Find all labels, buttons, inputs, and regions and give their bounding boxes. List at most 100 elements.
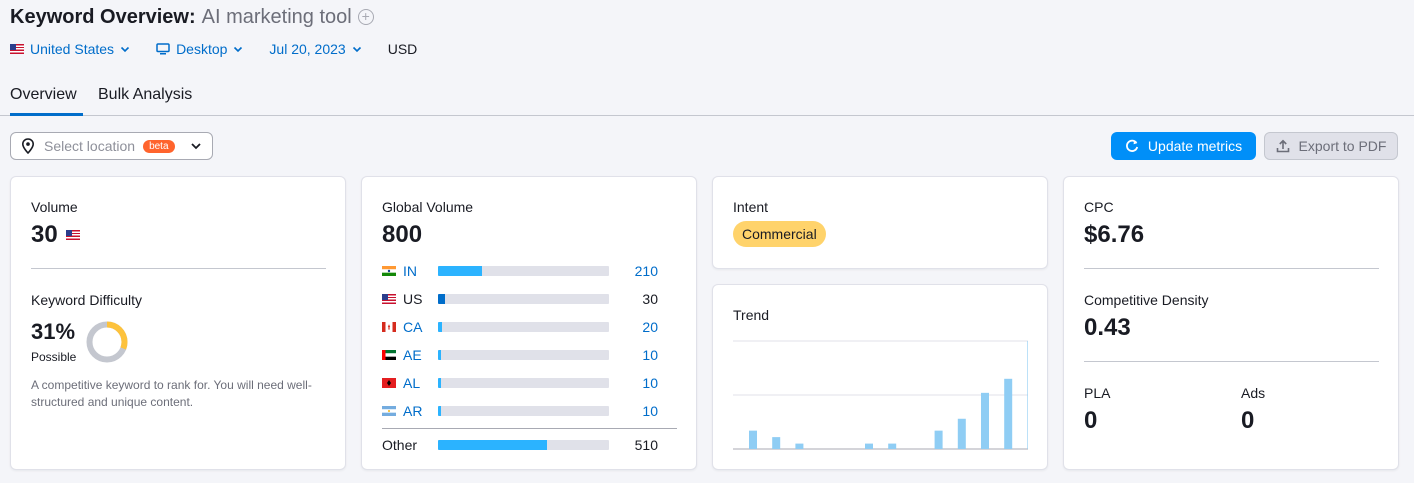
country-bar	[438, 440, 609, 450]
country-bar	[438, 322, 609, 332]
export-pdf-button[interactable]: Export to PDF	[1264, 132, 1398, 160]
currency-label: USD	[387, 41, 418, 57]
country-bar-fill	[438, 266, 483, 276]
keyword-difficulty-description: A competitive keyword to rank for. You w…	[31, 378, 312, 409]
divider	[382, 428, 677, 429]
date-label: Jul 20, 2023	[269, 41, 346, 57]
us-flag-icon	[10, 44, 24, 54]
tab-bar: Overview Bulk Analysis	[0, 84, 1414, 116]
country-volume[interactable]: 20	[642, 319, 658, 335]
country-bar	[438, 378, 609, 388]
database-dropdown[interactable]: United States	[10, 41, 130, 57]
competitive-density-label: Competitive Density	[1084, 292, 1209, 308]
country-code[interactable]: IN	[403, 263, 437, 279]
volume-number: 30	[31, 221, 58, 248]
intent-card: Intent Commercial	[712, 176, 1048, 269]
uae-flag-icon	[382, 350, 396, 360]
cpc-value: $6.76	[1084, 221, 1145, 248]
country-code[interactable]: AL	[403, 375, 437, 391]
country-code[interactable]: CA	[403, 319, 437, 335]
trend-bar[interactable]	[888, 443, 897, 449]
location-pin-icon	[21, 138, 35, 154]
country-bar	[438, 294, 609, 304]
ads-value: 0	[1241, 407, 1255, 434]
country-bar	[438, 350, 609, 360]
trend-bar[interactable]	[957, 418, 966, 449]
page-title: Keyword Overview: AI marketing tool +	[10, 6, 374, 29]
trend-bar[interactable]	[772, 437, 781, 449]
pla-value: 0	[1084, 407, 1098, 434]
country-row-in: IN 210	[382, 261, 678, 281]
trend-bar[interactable]	[795, 443, 804, 449]
country-row-ar: AR 10	[382, 401, 678, 421]
india-flag-icon	[382, 266, 396, 276]
other-label: Other	[382, 437, 418, 453]
country-volume: 510	[634, 437, 658, 453]
country-row-other: Other 510	[382, 435, 678, 455]
filter-bar: United States Desktop Jul 20, 2023 USD	[10, 40, 443, 58]
update-metrics-label: Update metrics	[1147, 138, 1243, 154]
trend-bar[interactable]	[1004, 378, 1013, 449]
intent-badge: Commercial	[733, 221, 826, 247]
divider	[1084, 268, 1379, 269]
country-code: US	[403, 291, 423, 307]
country-bar-fill	[438, 294, 445, 304]
country-bar	[438, 266, 609, 276]
country-bar-fill	[438, 350, 441, 360]
page-title-label: Keyword Overview:	[10, 6, 196, 28]
country-code[interactable]: AE	[403, 347, 437, 363]
country-row-us: US 30	[382, 289, 678, 309]
keyword-difficulty-value: 31%	[31, 319, 76, 344]
volume-label: Volume	[31, 199, 78, 215]
keyword-text: AI marketing tool	[201, 6, 352, 28]
export-pdf-label: Export to PDF	[1298, 138, 1387, 154]
export-icon	[1276, 139, 1289, 153]
device-dropdown[interactable]: Desktop	[156, 41, 243, 57]
country-volume[interactable]: 10	[642, 403, 658, 419]
canada-flag-icon	[382, 322, 396, 332]
plus-circle-icon[interactable]: +	[357, 9, 374, 25]
country-code[interactable]: AR	[403, 403, 437, 419]
divider	[31, 268, 326, 269]
trend-bar[interactable]	[865, 443, 873, 449]
global-volume-card: Global Volume 800 IN 210 US 30 CA 20 AE …	[361, 176, 697, 470]
country-row-ae: AE 10	[382, 345, 678, 365]
refresh-icon	[1125, 139, 1138, 152]
country-row-ca: CA 20	[382, 317, 678, 337]
country-bar-fill	[438, 378, 441, 388]
trend-label: Trend	[733, 307, 770, 323]
chevron-down-icon	[234, 46, 243, 53]
chevron-down-icon	[191, 143, 201, 150]
date-dropdown[interactable]: Jul 20, 2023	[269, 41, 361, 57]
update-metrics-button[interactable]: Update metrics	[1111, 132, 1256, 160]
database-label: United States	[30, 41, 115, 57]
divider	[1084, 361, 1379, 362]
country-volume: 30	[642, 291, 658, 307]
country-volume[interactable]: 10	[642, 375, 658, 391]
volume-value: 30	[31, 221, 80, 249]
trend-bar[interactable]	[981, 392, 989, 449]
location-placeholder: Select location	[44, 138, 136, 154]
us-flag-icon	[65, 230, 80, 240]
desktop-icon	[156, 43, 170, 55]
country-volume[interactable]: 210	[635, 263, 658, 279]
country-row-al: AL 10	[382, 373, 678, 393]
cpc-card: CPC $6.76 Competitive Density 0.43 PLA 0…	[1063, 176, 1399, 470]
beta-badge: beta	[143, 139, 175, 153]
trend-bar[interactable]	[749, 430, 757, 449]
keyword-difficulty-level: Possible	[31, 350, 77, 364]
volume-card: Volume 30 Keyword Difficulty 31% Possibl…	[10, 176, 346, 470]
tab-overview[interactable]: Overview	[10, 86, 83, 116]
location-select[interactable]: Select location beta	[10, 132, 213, 160]
country-volume[interactable]: 10	[642, 347, 658, 363]
chevron-down-icon	[120, 46, 130, 53]
country-bar	[438, 406, 609, 416]
tab-bulk-analysis[interactable]: Bulk Analysis	[98, 86, 192, 116]
trend-bar[interactable]	[1027, 341, 1028, 449]
keyword-difficulty-label: Keyword Difficulty	[31, 292, 143, 308]
global-volume-value: 800	[382, 221, 423, 248]
albania-flag-icon	[382, 378, 396, 388]
us-flag-icon	[382, 294, 396, 304]
trend-card: Trend	[712, 284, 1048, 470]
trend-bar[interactable]	[934, 430, 943, 449]
